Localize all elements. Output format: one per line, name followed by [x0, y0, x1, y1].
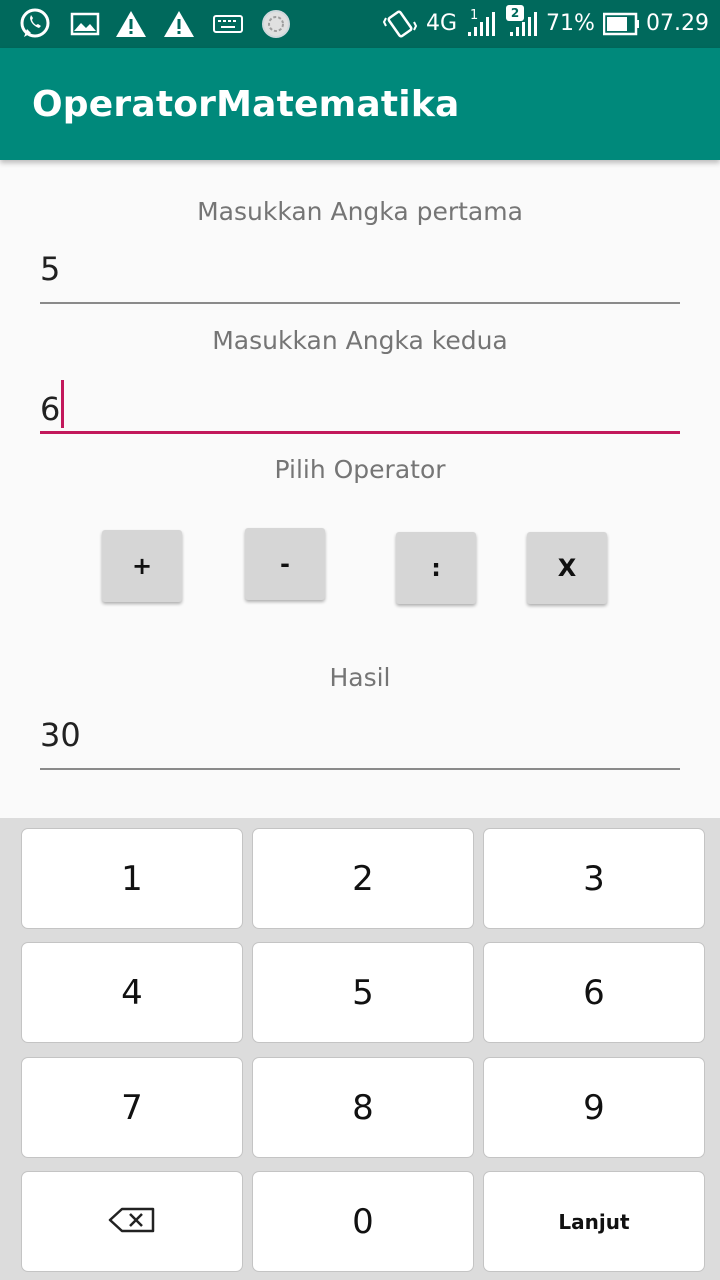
next-key-label: Lanjut: [558, 1209, 630, 1234]
second-number-value: 6: [40, 390, 61, 428]
text-cursor: [61, 380, 65, 428]
battery-icon: [603, 8, 641, 40]
app-title: OperatorMatematika: [32, 84, 460, 125]
signal-icon: [466, 8, 498, 40]
plus-button[interactable]: +: [102, 530, 182, 602]
minus-button[interactable]: -: [245, 528, 325, 600]
keyboard-icon: [212, 8, 244, 40]
image-icon: [70, 8, 100, 40]
warning-icon: [162, 8, 196, 40]
operator-label: Pilih Operator: [274, 455, 446, 484]
vibrate-icon: [382, 8, 418, 40]
app-bar: OperatorMatematika: [0, 48, 720, 160]
key-6[interactable]: 6: [483, 942, 705, 1043]
first-number-label: Masukkan Angka pertama: [197, 197, 523, 226]
next-key[interactable]: Lanjut: [483, 1171, 705, 1272]
first-number-value: 5: [40, 250, 61, 288]
signal-icon: [508, 8, 540, 40]
result-label: Hasil: [329, 663, 391, 692]
warning-icon: [114, 8, 148, 40]
network-type: 4G: [426, 11, 458, 36]
result-field: 30: [40, 710, 680, 770]
multiply-button[interactable]: X: [527, 532, 607, 604]
key-1[interactable]: 1: [21, 828, 243, 929]
numeric-keyboard: 1 2 3 4 5 6 7 8 9 0 Lanjut: [0, 818, 720, 1280]
key-5[interactable]: 5: [252, 942, 474, 1043]
key-8[interactable]: 8: [252, 1057, 474, 1158]
key-9[interactable]: 9: [483, 1057, 705, 1158]
second-number-field[interactable]: 6: [40, 374, 680, 434]
first-number-field[interactable]: 5: [40, 244, 680, 304]
sync-icon: [260, 8, 292, 40]
clock: 07.29: [646, 11, 709, 36]
backspace-key[interactable]: [21, 1171, 243, 1272]
key-4[interactable]: 4: [21, 942, 243, 1043]
second-number-label: Masukkan Angka kedua: [212, 326, 508, 355]
key-7[interactable]: 7: [21, 1057, 243, 1158]
key-0[interactable]: 0: [252, 1171, 474, 1272]
key-3[interactable]: 3: [483, 828, 705, 929]
key-2[interactable]: 2: [252, 828, 474, 929]
backspace-icon: [108, 1202, 156, 1242]
divide-button[interactable]: :: [396, 532, 476, 604]
battery-percent: 71%: [546, 11, 595, 36]
whatsapp-icon: [18, 8, 52, 40]
status-bar: 4G 1 2 71% 07.29: [0, 0, 720, 48]
result-value: 30: [40, 716, 81, 754]
